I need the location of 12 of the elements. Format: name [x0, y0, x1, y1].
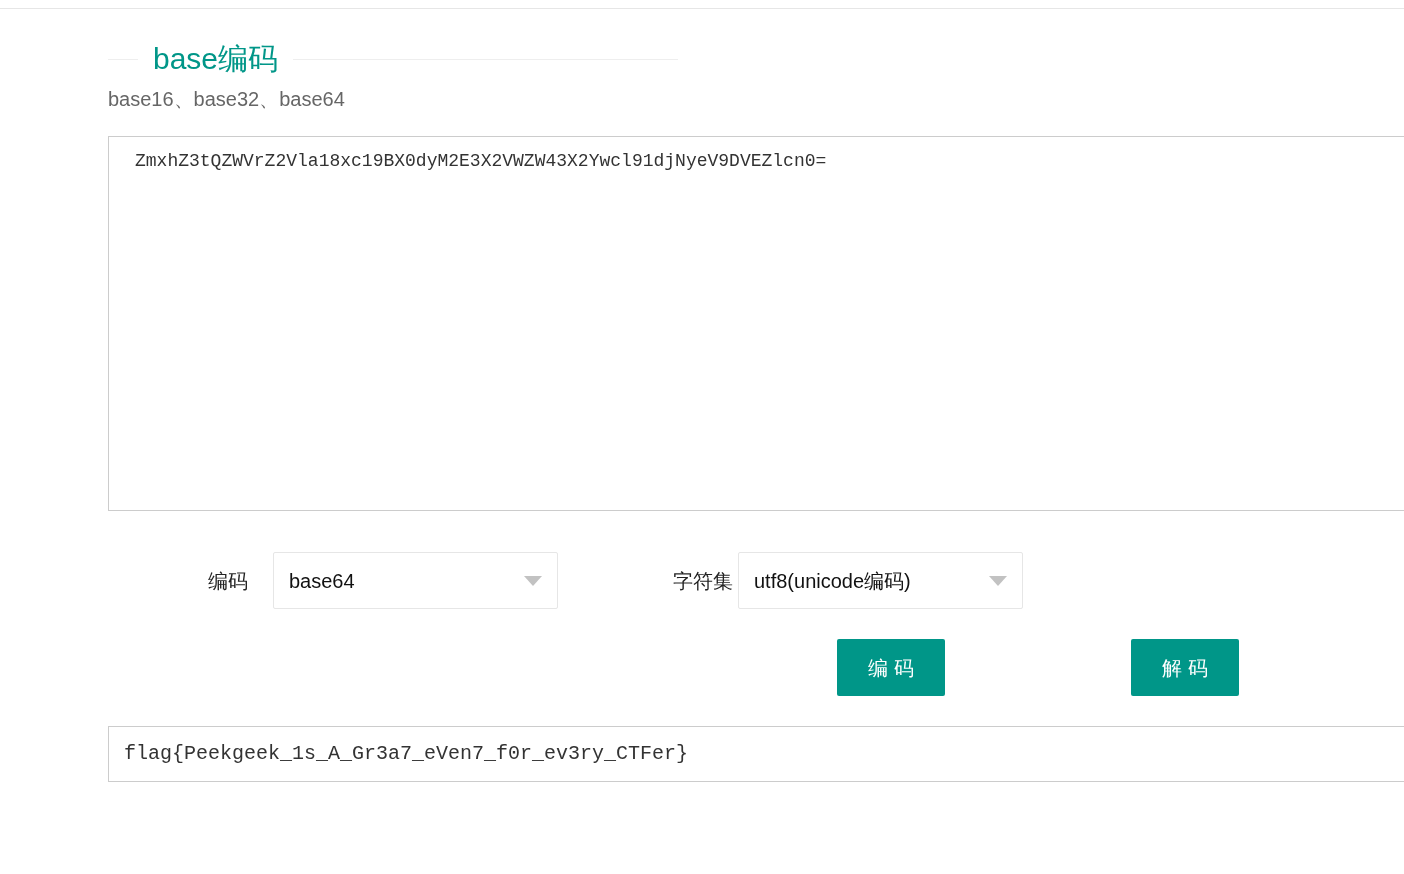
encode-button[interactable]: 编 码	[837, 639, 945, 696]
input-field[interactable]: ZmxhZ3tQZWVrZ2Vla18xc19BX0dyM2E3X2VWZW43X2Ywcl91djNyeV9DVEZlcn0=	[108, 136, 1404, 511]
caret-icon	[524, 575, 542, 586]
field-label: 字符集	[673, 568, 734, 594]
output-field[interactable]: flag{Peekgeek_1s_A_Gr3a7_eVen7_f0r_ev3ry_CTFer}	[108, 726, 1404, 782]
select-field[interactable]: utf8(unicode编码)	[738, 552, 1023, 609]
section-title: base编码	[152, 41, 280, 77]
select-field[interactable]: base64	[273, 552, 558, 609]
subtitle: base16、base32、base64	[108, 87, 346, 112]
caret-icon	[989, 575, 1007, 586]
decode-button[interactable]: 解 码	[1131, 639, 1239, 696]
field-label: 编码	[208, 568, 249, 594]
